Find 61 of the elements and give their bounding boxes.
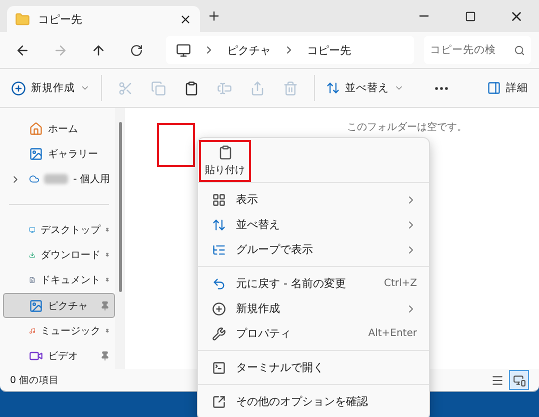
breadcrumb[interactable]: コピー先 <box>307 42 351 58</box>
maximize-icon[interactable] <box>464 10 476 22</box>
plus-circle-icon <box>11 80 26 96</box>
pin-icon <box>100 300 110 311</box>
menu-item[interactable]: 表示 <box>198 187 429 212</box>
tiles-view-button[interactable] <box>509 370 529 390</box>
plus-circle-icon <box>212 302 226 316</box>
monitor-icon <box>176 42 191 58</box>
grid-icon <box>212 192 226 206</box>
house-icon <box>29 122 43 136</box>
shortcut-text: Ctrl+Z <box>384 278 417 289</box>
sort-button[interactable]: 並べ替え <box>323 74 407 102</box>
clipboard-icon <box>218 145 232 160</box>
terminal-icon <box>212 360 226 374</box>
plus-icon[interactable] <box>207 9 221 23</box>
devices-icon <box>512 374 526 386</box>
menu-item[interactable]: プロパティ Alt+Enter <box>198 321 429 346</box>
panel-icon <box>487 81 501 95</box>
blurred-name <box>44 174 68 184</box>
sidebar-item[interactable]: デスクトップ <box>3 216 115 242</box>
image-icon <box>29 146 43 161</box>
menu-item[interactable]: 元に戻す - 名前の変更 Ctrl+Z <box>198 271 429 296</box>
menu-item[interactable]: グループで表示 <box>198 237 429 262</box>
sidebar-item[interactable]: ギャラリー <box>3 141 115 167</box>
external-icon <box>212 394 226 408</box>
sidebar-item[interactable]: - 個人用 <box>3 166 115 192</box>
pin-icon <box>100 351 110 362</box>
image-icon <box>29 298 43 313</box>
sidebar-item[interactable]: ドキュメント <box>3 268 115 293</box>
folder-icon <box>15 12 30 26</box>
sidebar-item[interactable]: ピクチャ <box>3 292 115 318</box>
menu-item[interactable]: 新規作成 <box>198 296 429 321</box>
sidebar-item[interactable]: ダウンロード <box>3 242 115 268</box>
sort-icon <box>212 218 226 232</box>
list-icon <box>490 374 504 386</box>
address-bar[interactable]: ピクチャ コピー先 <box>166 36 414 64</box>
undo-icon <box>212 276 226 290</box>
empty-folder-message: このフォルダーは空です。 <box>347 120 467 134</box>
new-button[interactable]: 新規作成 <box>8 74 93 102</box>
scrollbar-thumb[interactable] <box>118 122 122 292</box>
search-field[interactable]: コピー先の検 <box>424 36 531 64</box>
sidebar-item[interactable]: ビデオ <box>3 344 115 369</box>
list-icon <box>212 242 226 256</box>
sidebar-item[interactable]: ミュージック <box>3 318 115 344</box>
clipboard-icon[interactable] <box>184 80 199 96</box>
item-count: 0 個の項目 <box>10 374 60 386</box>
close-icon[interactable] <box>179 12 192 26</box>
wrench-icon <box>212 326 226 340</box>
search-icon <box>514 44 525 56</box>
details-button[interactable]: 詳細 <box>484 74 531 102</box>
menu-item[interactable]: ターミナルで開く <box>198 355 429 380</box>
highlight-frame <box>157 123 195 167</box>
sidebar-item[interactable]: ホーム <box>3 116 115 142</box>
sort-icon <box>326 81 340 95</box>
menu-item[interactable]: 並べ替え <box>198 212 429 237</box>
paste-button[interactable]: 貼り付け <box>201 142 249 180</box>
folder-tab[interactable]: コピー先 <box>7 6 200 32</box>
refresh-icon[interactable] <box>130 44 142 56</box>
menu-item[interactable]: その他のオプションを確認 <box>198 389 429 414</box>
breadcrumb[interactable]: ピクチャ <box>227 42 271 58</box>
shortcut-text: Alt+Enter <box>368 328 417 339</box>
